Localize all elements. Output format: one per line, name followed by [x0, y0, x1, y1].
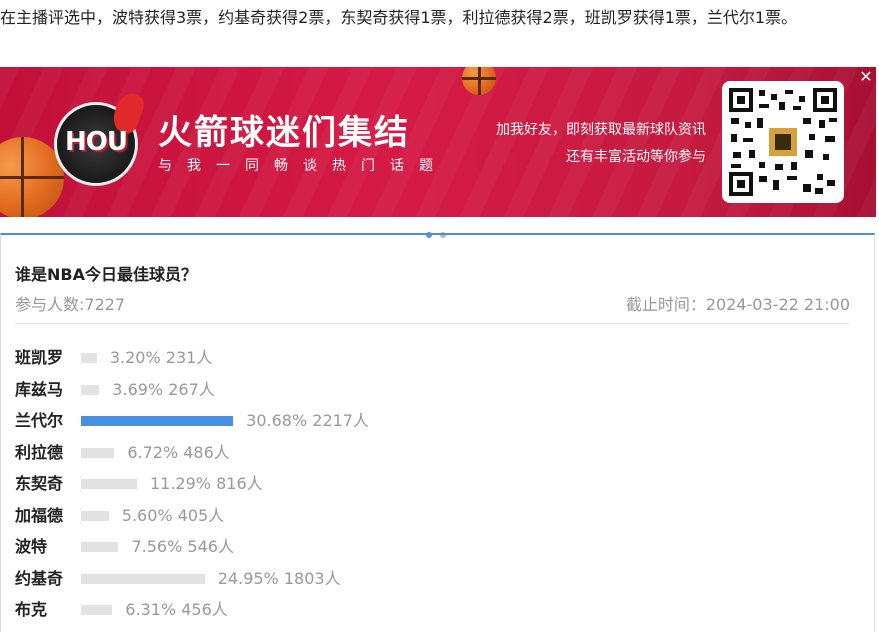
- option-name: 东契奇: [15, 474, 64, 493]
- option-name: 兰代尔: [15, 411, 64, 430]
- option-bar: [81, 479, 137, 489]
- qr-code-icon: [729, 88, 837, 196]
- poll-deadline: 截止时间：2024-03-22 21:00: [625, 295, 850, 314]
- poll-option-row[interactable]: 布克 6.31% 456人: [15, 598, 855, 622]
- option-bar: [81, 353, 97, 363]
- option-stats: 30.68% 2217人: [246, 411, 369, 430]
- poll-option-row[interactable]: 班凯罗 3.20% 231人: [15, 346, 855, 370]
- option-bar: [81, 542, 119, 552]
- option-name: 加福德: [15, 505, 64, 525]
- banner-title: 火箭球迷们集结: [158, 113, 410, 153]
- option-stats: 3.69% 267人: [112, 379, 215, 399]
- banner-subtitle: 与我一同畅谈热门话题: [158, 158, 448, 174]
- option-name: 布克: [15, 600, 48, 619]
- poll-title: 谁是NBA今日最佳球员？: [15, 265, 197, 284]
- rockets-logo: HOU: [54, 89, 148, 186]
- option-stats: 24.95% 1803人: [217, 568, 341, 588]
- poll-option-row[interactable]: 东契奇 11.29% 816人: [15, 472, 855, 496]
- option-bar: [81, 510, 109, 521]
- participant-count: 参与人数:7227: [15, 295, 126, 314]
- option-name: 波特: [15, 537, 48, 556]
- poll-option-row[interactable]: 利拉德 6.72% 486人: [15, 441, 855, 465]
- headline-text: 在主播评选中，波特获得3票，约基奇获得2票，东契奇获得1票，利拉德获得2票，班凯…: [0, 8, 798, 27]
- option-name: 班凯罗: [15, 348, 64, 367]
- option-stats: 5.60% 405人: [121, 505, 225, 525]
- option-name: 约基奇: [15, 568, 64, 588]
- poll-option-row[interactable]: 兰代尔 30.68% 2217人: [15, 409, 855, 433]
- option-name: 库兹马: [15, 379, 64, 399]
- poll-option-row[interactable]: 加福德 5.60% 405人: [15, 504, 855, 528]
- option-stats: 3.20% 231人: [109, 348, 213, 367]
- banner-cta-line2: 还有丰富活动等你参与: [566, 149, 706, 165]
- option-stats: 11.29% 816人: [149, 474, 263, 493]
- option-bar: [81, 573, 205, 584]
- option-stats: 6.72% 486人: [127, 442, 230, 462]
- divider: [15, 323, 850, 324]
- option-stats: 6.31% 456人: [125, 600, 228, 619]
- logo-text: HOU: [65, 127, 128, 157]
- close-banner-button[interactable]: ✕: [857, 68, 875, 86]
- option-bar: [81, 416, 234, 426]
- poll-panel: 谁是NBA今日最佳球员？ 参与人数:7227 截止时间：2024-03-22 2…: [0, 233, 875, 632]
- option-stats: 7.56% 546人: [131, 537, 234, 556]
- option-bar: [81, 447, 115, 458]
- option-bar: [81, 605, 113, 615]
- qr-code: [722, 81, 844, 203]
- poll-option-row[interactable]: 库兹马 3.69% 267人: [15, 378, 855, 402]
- option-name: 利拉德: [15, 442, 64, 462]
- banner-cta-line1: 加我好友，即刻获取最新球队资讯: [496, 122, 706, 138]
- poll-option-row[interactable]: 波特 7.56% 546人: [15, 535, 855, 559]
- option-bar: [81, 384, 100, 395]
- poll-option-row[interactable]: 约基奇 24.95% 1803人: [15, 567, 855, 591]
